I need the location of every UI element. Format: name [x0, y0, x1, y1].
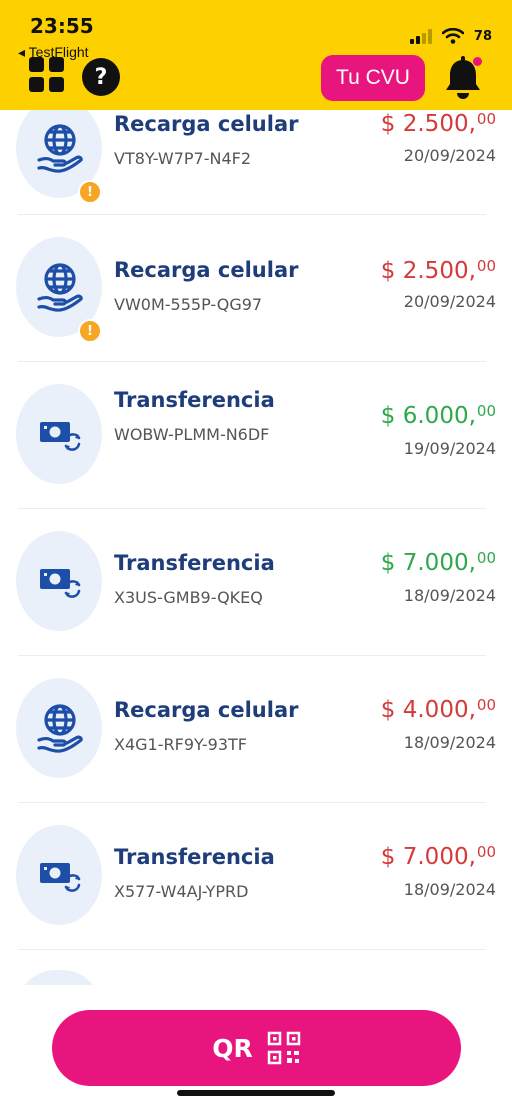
- globe-hand-icon: [37, 704, 83, 753]
- notifications-button[interactable]: [440, 54, 486, 102]
- transaction-code: X577-W4AJ-YPRD: [114, 882, 249, 901]
- qr-button-label: QR: [212, 1033, 253, 1063]
- globe-hand-icon: [37, 124, 83, 173]
- warning-badge: !: [78, 180, 102, 204]
- transaction-title: Recarga celular: [114, 258, 299, 282]
- transaction-code: X3US-GMB9-QKEQ: [114, 588, 263, 607]
- battery-icon: 78: [473, 28, 492, 44]
- transaction-title: Recarga celular: [114, 112, 299, 136]
- qr-code-icon: [267, 1031, 300, 1065]
- warning-badge: !: [78, 319, 102, 343]
- transaction-icon-circle: [16, 531, 102, 631]
- transaction-title: Recarga celular: [114, 698, 299, 722]
- tu-cvu-button[interactable]: Tu CVU: [321, 55, 425, 101]
- help-button[interactable]: ?: [82, 58, 120, 96]
- transaction-amount: $ 2.500,00: [380, 110, 496, 137]
- money-transfer-icon: [40, 569, 81, 598]
- transaction-date: 20/09/2024: [403, 146, 496, 165]
- transaction-date: 18/09/2024: [403, 733, 496, 752]
- transaction-date: 18/09/2024: [403, 880, 496, 899]
- transaction-code: VT8Y-W7P7-N4F2: [114, 149, 252, 168]
- transaction-icon-circle: [16, 384, 102, 484]
- list-item[interactable]: Transferencia X577-W4AJ-YPRD $ 7.000,00 …: [0, 803, 512, 950]
- status-time: 23:55: [30, 14, 94, 38]
- transaction-code: WOBW-PLMM-N6DF: [114, 425, 270, 444]
- wifi-icon: [441, 28, 464, 44]
- signal-icon: [409, 28, 432, 44]
- transaction-code: X4G1-RF9Y-93TF: [114, 735, 247, 754]
- transaction-code: VW0M-555P-QG97: [114, 295, 263, 314]
- menu-grid-icon[interactable]: [28, 56, 66, 94]
- transaction-icon-circle: [16, 678, 102, 778]
- transaction-icon-circle: [16, 825, 102, 925]
- list-item[interactable]: Transferencia WOBW-PLMM-N6DF $ 6.000,00 …: [0, 362, 512, 509]
- transaction-title: Transferencia: [114, 551, 275, 575]
- list-item[interactable]: ! Recarga celular VW0M-555P-QG97 $ 2.500…: [0, 215, 512, 362]
- transaction-amount: $ 7.000,00: [380, 549, 496, 576]
- money-transfer-icon: [40, 422, 81, 451]
- list-item[interactable]: Transferencia X3US-GMB9-QKEQ $ 7.000,00 …: [0, 509, 512, 656]
- app-header: 23:55 ◂ TestFlight 78 ? Tu CVU: [0, 0, 512, 110]
- transaction-date: 19/09/2024: [403, 439, 496, 458]
- qr-button[interactable]: QR: [52, 1010, 461, 1086]
- list-item[interactable]: Recarga celular X4G1-RF9Y-93TF $ 4.000,0…: [0, 656, 512, 803]
- transaction-date: 18/09/2024: [403, 586, 496, 605]
- notification-dot: [473, 57, 482, 66]
- transaction-title: Transferencia: [114, 388, 275, 412]
- money-transfer-icon: [40, 863, 81, 892]
- status-icons: 78: [409, 24, 492, 48]
- transaction-date: 20/09/2024: [403, 292, 496, 311]
- transaction-amount: $ 6.000,00: [380, 402, 496, 429]
- transaction-amount: $ 2.500,00: [380, 257, 496, 284]
- transaction-amount: $ 7.000,00: [380, 843, 496, 870]
- transaction-icon-circle: !: [16, 237, 102, 343]
- transaction-icon-circle: !: [16, 98, 102, 204]
- home-indicator: [177, 1090, 335, 1096]
- transaction-title: Transferencia: [114, 845, 275, 869]
- transaction-amount: $ 4.000,00: [380, 696, 496, 723]
- divider: [18, 949, 486, 950]
- globe-hand-icon: [37, 263, 83, 312]
